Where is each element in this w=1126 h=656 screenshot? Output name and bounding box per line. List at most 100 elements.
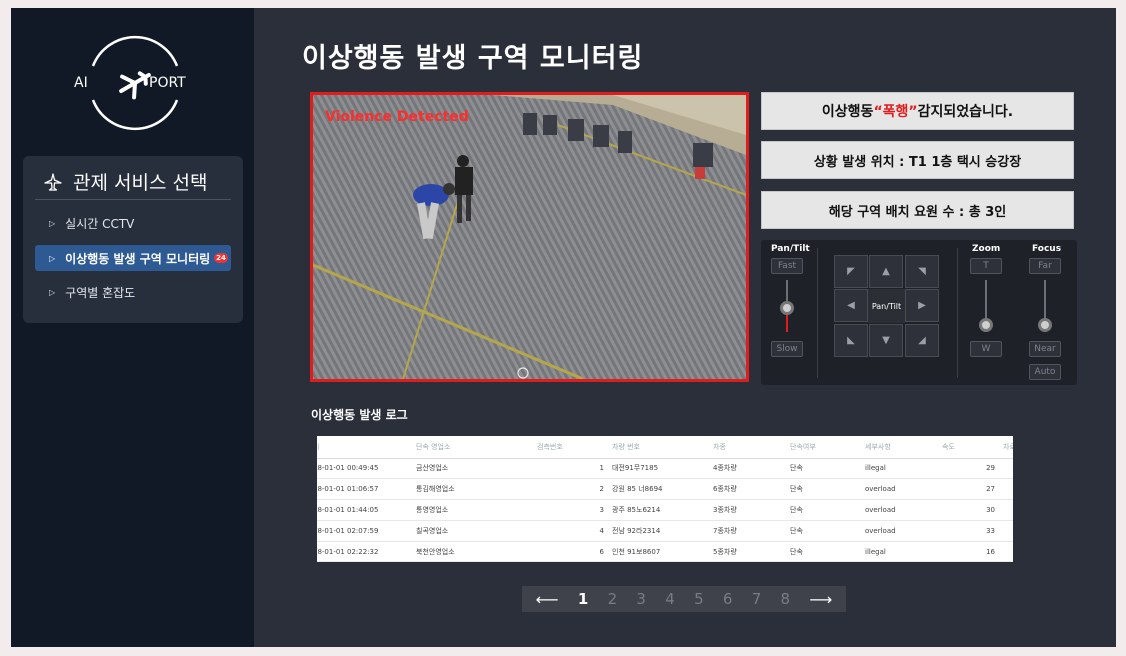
column-header: 세부사항 [865, 436, 942, 459]
table-cell [1003, 478, 1013, 501]
table-cell: 통영영업소 [416, 499, 537, 521]
table-cell: 인천 91보8607 [612, 541, 713, 562]
pan-tilt-label: Pan/Tilt [771, 244, 810, 254]
focus-slider-knob[interactable] [1038, 318, 1052, 332]
slow-button[interactable]: Slow [771, 341, 803, 357]
pan-left-button[interactable]: ◀ [834, 289, 868, 322]
table-row: 18-01-01 01:44:05 통영영업소 3 광주 85노6214 3종차… [317, 499, 1013, 521]
table-cell: overload [865, 478, 942, 501]
table-cell: 6종차량 [713, 478, 790, 501]
table-header-row: 시 단속 영업소 검측번호 차량 번호 차종 단속여부 세부사항 속도 차로번 [317, 436, 1013, 459]
table-cell: 30 [942, 499, 1003, 521]
divider [35, 199, 231, 200]
table-cell: 3종차량 [713, 499, 790, 521]
sidebar: AI PORT 관제 서비스 선택 ▷ 실시간 CCTV ▷ 이상행동 발생 구… [11, 8, 254, 647]
table-row: 18-01-01 02:22:32 북천안영업소 6 인천 91보8607 5종… [317, 541, 1013, 562]
column-header: 차로번 [1003, 436, 1013, 459]
page-3-button[interactable]: 3 [636, 590, 646, 608]
speed-slider-fill [786, 314, 788, 332]
alert-suffix: 감지되었습니다. [917, 104, 1014, 120]
table-cell [1003, 541, 1013, 562]
log-table: 시 단속 영업소 검측번호 차량 번호 차종 단속여부 세부사항 속도 차로번 … [317, 436, 1013, 562]
notification-badge: 24 [214, 253, 228, 263]
table-cell: 단속 [790, 520, 865, 542]
pan-up-left-button[interactable]: ◤ [834, 255, 868, 288]
table-cell [1003, 499, 1013, 521]
table-cell: 단속 [790, 541, 865, 562]
service-select-label: 관제 서비스 선택 [73, 172, 208, 194]
table-row: 18-01-01 02:07:59 칠곡영업소 4 전남 92라2314 7종차… [317, 520, 1013, 542]
fast-button[interactable]: Fast [771, 258, 803, 274]
log-table-image: 시 단속 영업소 검측번호 차량 번호 차종 단속여부 세부사항 속도 차로번 … [317, 436, 1013, 562]
column-header: 차종 [713, 436, 790, 459]
zoom-tele-button[interactable]: T [970, 258, 1002, 274]
table-cell: 통김해영업소 [416, 478, 537, 501]
cctv-scene [313, 95, 746, 379]
log-section-title: 이상행동 발생 로그 [311, 408, 408, 422]
table-cell: 광주 85노6214 [612, 499, 713, 521]
page-2-button[interactable]: 2 [608, 590, 618, 608]
page-5-button[interactable]: 5 [694, 590, 704, 608]
pan-right-button[interactable]: ▶ [905, 289, 939, 322]
page-4-button[interactable]: 4 [665, 590, 675, 608]
table-cell: 1 [537, 458, 612, 480]
focus-far-button[interactable]: Far [1029, 258, 1061, 274]
table-cell: 33 [942, 520, 1003, 542]
table-cell [1003, 520, 1013, 542]
focus-label: Focus [1032, 244, 1062, 254]
table-cell: 강원 85 너8694 [612, 478, 713, 501]
table-cell: illegal [865, 458, 942, 480]
table-cell: 4 [537, 520, 612, 542]
table-cell: illegal [865, 541, 942, 562]
zoom-slider-knob[interactable] [979, 318, 993, 332]
sidebar-item-label: 이상행동 발생 구역 모니터링 [65, 251, 211, 266]
plane-outline-icon [44, 172, 62, 191]
cctv-video-feed[interactable]: Violence Detected [310, 92, 749, 382]
triangle-right-icon: ▷ [49, 253, 56, 263]
triangle-right-icon: ▷ [49, 218, 56, 228]
table-cell: 금산영업소 [416, 458, 537, 480]
speed-slider-knob[interactable] [780, 301, 794, 315]
page-1-button[interactable]: 1 [578, 590, 588, 608]
table-cell: 단속 [790, 478, 865, 501]
logo-ai-text: AI [74, 75, 88, 91]
sidebar-item-abnormal-monitoring[interactable]: ▷ 이상행동 발생 구역 모니터링 24 [35, 245, 231, 271]
table-cell: 29 [942, 458, 1003, 480]
table-cell: 칠곡영업소 [416, 520, 537, 542]
prev-page-button[interactable]: ⟵ [536, 590, 559, 609]
location-box: 상황 발생 위치 : T1 1층 택시 승강장 [761, 141, 1074, 179]
table-row: 18-01-01 00:49:45 금산영업소 1 대전91무7185 4종차량… [317, 458, 1013, 480]
pan-down-button[interactable]: ▼ [869, 324, 903, 357]
pagination: ⟵ 1 2 3 4 5 6 7 8 ⟶ [522, 586, 846, 612]
next-page-button[interactable]: ⟶ [809, 590, 832, 609]
alert-message-box: 이상행동 “폭행” 감지되었습니다. [761, 92, 1074, 130]
sidebar-item-congestion[interactable]: ▷ 구역별 혼잡도 [35, 279, 231, 305]
table-row: 18-01-01 01:06:57 통김해영업소 2 강원 85 너8694 6… [317, 478, 1013, 501]
pan-tilt-center[interactable]: Pan/Tilt [868, 289, 905, 323]
table-cell: 단속 [790, 458, 865, 480]
pan-down-right-button[interactable]: ◢ [905, 324, 939, 357]
pan-up-right-button[interactable]: ◥ [905, 255, 939, 288]
table-cell: 북천안영업소 [416, 541, 537, 562]
sidebar-item-realtime-cctv[interactable]: ▷ 실시간 CCTV [35, 210, 231, 236]
table-cell: 2 [537, 478, 612, 501]
table-cell: overload [865, 499, 942, 521]
table-cell: 18-01-01 02:22:32 [317, 541, 416, 562]
app-frame: AI PORT 관제 서비스 선택 ▷ 실시간 CCTV ▷ 이상행동 발생 구… [11, 8, 1116, 647]
column-header: 검측번호 [537, 436, 612, 459]
table-cell: 6 [537, 541, 612, 562]
table-cell: 단속 [790, 499, 865, 521]
page-title: 이상행동 발생 구역 모니터링 [302, 43, 644, 74]
page-7-button[interactable]: 7 [752, 590, 762, 608]
page-8-button[interactable]: 8 [781, 590, 791, 608]
focus-auto-button[interactable]: Auto [1029, 364, 1061, 380]
pan-down-left-button[interactable]: ◣ [834, 324, 868, 357]
service-select-title: 관제 서비스 선택 [43, 168, 207, 195]
page-6-button[interactable]: 6 [723, 590, 733, 608]
focus-near-button[interactable]: Near [1029, 341, 1061, 357]
logo-port-text: PORT [149, 75, 186, 91]
triangle-right-icon: ▷ [49, 287, 56, 297]
table-cell: 27 [942, 478, 1003, 501]
pan-up-button[interactable]: ▲ [869, 255, 903, 288]
zoom-wide-button[interactable]: W [970, 341, 1002, 357]
